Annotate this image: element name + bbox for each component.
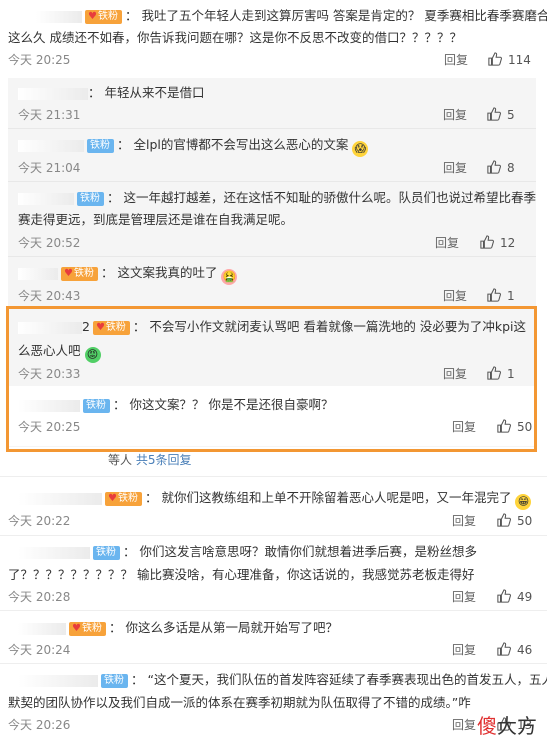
thumbs-up-icon [497,642,511,656]
fan-badge: ♥铁粉 [85,9,122,24]
timestamp: 今天 20:26 [8,718,71,732]
vomit-face-icon: 🤮 [221,269,238,285]
thumbs-up-icon [487,160,501,174]
comment-9-header: ♥铁粉： 你这么多话是从第一局就开始写了吧？ [18,619,338,637]
thumbs-up-icon [480,235,494,249]
comment-text: 这文案我真的吐了 [117,265,218,280]
reply-button[interactable]: 回复 [452,513,476,529]
like-button[interactable]: 1 [487,288,515,304]
comment-0: ♥铁粉： 我吐了五个年轻人走到这算厉害吗 答案是肯定的？ 夏季赛相比春季赛磨合 … [0,0,547,78]
heart-icon: ♥ [72,622,81,634]
username[interactable] [18,546,90,559]
like-button[interactable]: 8 [487,160,515,176]
username[interactable] [18,87,88,100]
watermark-logo: 傻大方 [477,714,537,738]
timestamp: 今天 20:43 [18,289,81,303]
reply-button[interactable]: 回复 [443,107,467,123]
comment-text: 你们这发言啥意思呀？敢情你们就想着进季后赛，是粉丝想多 [139,544,477,559]
reply-button[interactable]: 回复 [444,52,468,68]
like-button[interactable]: 49 [497,589,532,605]
like-button[interactable]: 12 [480,235,515,251]
comment-10-header: 铁粉： “这个夏天，我们队伍的首发阵容延续了春季赛表现出色的首发五人，五人 [18,671,547,689]
comment-header: ♥铁粉： 我吐了五个年轻人走到这算厉害吗 答案是肯定的？ 夏季赛相比春季赛磨合 [36,7,547,25]
username[interactable] [18,674,98,687]
username[interactable] [18,492,102,505]
timestamp: 今天 21:04 [18,161,81,175]
timestamp: 今天 20:52 [18,236,81,250]
heart-icon: ♥ [88,10,97,22]
fan-badge: 铁粉 [101,673,128,688]
grin-face-icon: 😁 [515,494,532,510]
thumbs-up-icon [497,513,511,527]
like-button[interactable]: 114 [488,52,531,68]
thumbs-up-icon [487,107,501,121]
like-button[interactable]: 5 [487,107,515,123]
comment-text: 全lpl的官博都不会写出这么恶心的文案 [133,137,349,152]
comment-text-cont: 赛走得更远，到底是管理层还是谁在自我满足呢。 [18,212,294,227]
reply-2-header: 铁粉： 全lpl的官博都不会写出这么恶心的文案 😱 [18,136,369,157]
reply-4-header: ♥铁粉： 这文案我真的吐了 🤮 [18,264,238,285]
fan-badge: ♥铁粉 [105,491,142,506]
divider [8,128,536,129]
comment-8-header: 铁粉： 你们这发言啥意思呀？敢情你们就想着进季后赛，是粉丝想多 [18,543,477,561]
comment-text: 年轻从来不是借口 [104,85,205,100]
divider [0,535,547,536]
like-button[interactable]: 50 [497,513,532,529]
timestamp: 今天 20:28 [8,590,71,604]
like-button[interactable]: 46 [497,642,532,658]
timestamp: 今天 20:24 [8,643,71,657]
comment-text-cont: 默契的团队协作以及我们自成一派的体系在赛季初期就为队伍取得了不错的成绩。”咋 [8,695,471,710]
reply-1-header: ： 年轻从来不是借口 [18,84,205,102]
thumbs-up-icon [497,589,511,603]
fan-badge: ♥铁粉 [61,266,98,281]
divider [0,610,547,611]
divider [0,476,547,477]
fan-badge: 铁粉 [87,138,114,153]
scared-face-icon: 😱 [352,141,369,157]
highlight-box [6,306,537,452]
timestamp: 今天 21:31 [18,108,81,122]
reply-button[interactable]: 回复 [452,717,476,733]
reply-button[interactable]: 回复 [452,589,476,605]
username[interactable] [36,10,82,23]
username[interactable] [18,139,84,152]
comment-text: 这一年越打越差，还在这恬不知耻的骄傲什么呢。队员们也说过希望比春季 [123,190,536,205]
comment-text: 我吐了五个年轻人走到这算厉害吗 答案是肯定的？ 夏季赛相比春季赛磨合 [141,8,547,23]
thumbs-up-icon [488,52,502,66]
comment-text: 你这么多话是从第一局就开始写了吧？ [125,620,338,635]
divider [0,663,547,664]
timestamp: 今天 20:25 [8,53,71,67]
comment-text: “这个夏天，我们队伍的首发阵容延续了春季赛表现出色的首发五人，五人 [147,672,547,687]
reply-button[interactable]: 回复 [435,235,459,251]
thumbs-up-icon [487,288,501,302]
fan-badge: ♥铁粉 [69,621,106,636]
heart-icon: ♥ [64,267,73,279]
reply-button[interactable]: 回复 [443,160,467,176]
timestamp: 今天 20:22 [8,514,71,528]
fan-badge: 铁粉 [93,545,120,560]
more-replies-link[interactable]: 等人 共5条回复 [108,452,191,468]
reply-button[interactable]: 回复 [452,642,476,658]
heart-icon: ♥ [108,492,117,504]
divider [8,181,536,182]
comment-text: 就你们这教练组和上单不开除留着恶心人呢是吧，又一年混完了 [161,490,512,505]
username[interactable] [18,192,74,205]
fan-badge: 铁粉 [77,191,104,206]
username[interactable] [18,622,66,635]
comment-7-header: ♥铁粉： 就你们这教练组和上单不开除留着恶心人呢是吧，又一年混完了 😁 [18,489,532,510]
reply-button[interactable]: 回复 [443,288,467,304]
comment-text-cont: 了？？？？？？？？？ 输比赛没啥，有心理准备，你这话说的，我感觉苏老板走得好 [8,567,475,582]
reply-3-header: 铁粉： 这一年越打越差，还在这恬不知耻的骄傲什么呢。队员们也说过希望比春季 [18,189,536,207]
comment-text-cont: 这么久 成绩还不如春，你告诉我问题在哪？这是你不反思不改变的借口？？？？？ [8,30,462,45]
username[interactable] [18,267,58,280]
divider [8,256,536,257]
